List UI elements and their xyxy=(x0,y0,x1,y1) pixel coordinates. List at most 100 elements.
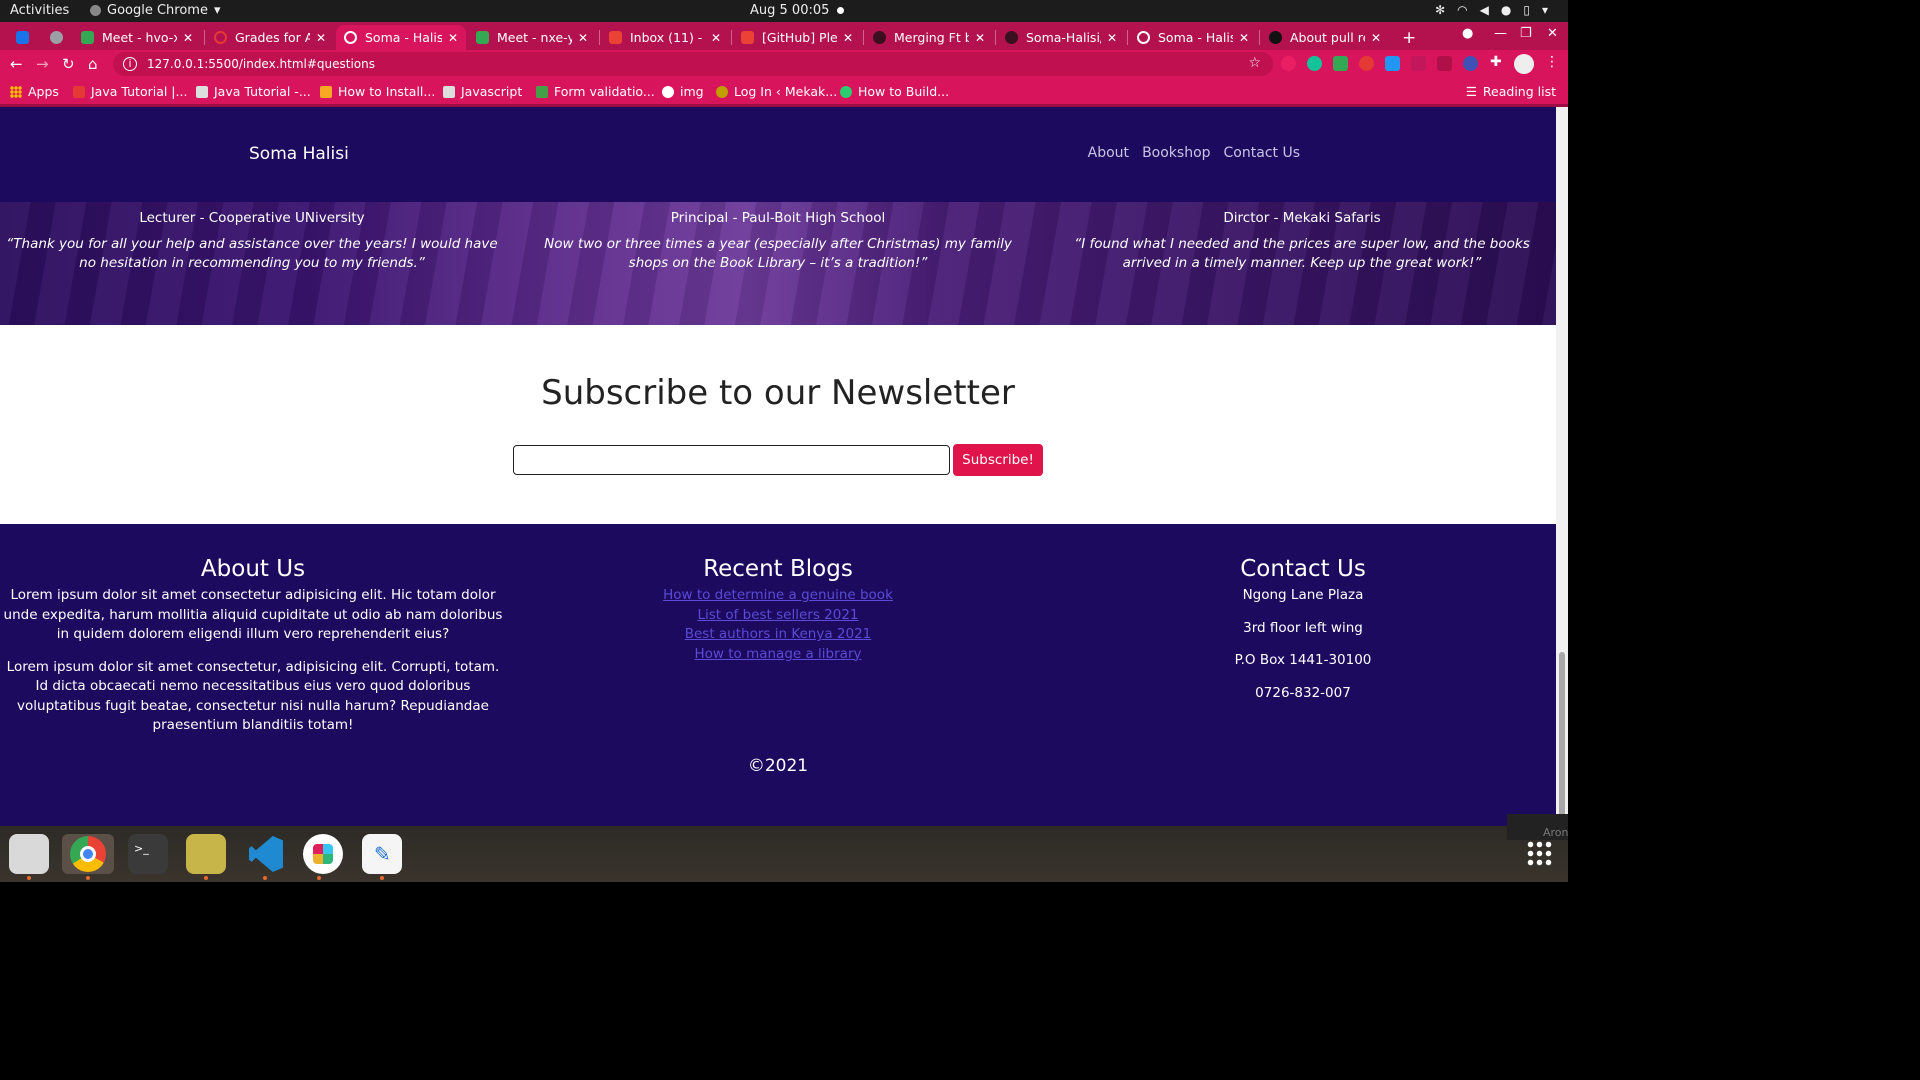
forward-icon[interactable]: → xyxy=(36,55,49,73)
extension-icon[interactable] xyxy=(1385,56,1400,71)
nav-link-about[interactable]: About xyxy=(1088,145,1129,161)
close-tab-icon[interactable]: ✕ xyxy=(316,31,326,45)
reload-icon[interactable]: ↻ xyxy=(62,55,75,73)
terminal-icon[interactable]: >_ xyxy=(128,834,168,874)
text-editor-icon[interactable]: ✎ xyxy=(362,834,402,880)
nav-link-contact[interactable]: Contact Us xyxy=(1224,145,1300,161)
close-tab-icon[interactable]: ✕ xyxy=(578,31,588,45)
bookmark-item[interactable]: How to Build... xyxy=(840,84,949,99)
bookmark-item[interactable]: How to Install... xyxy=(320,84,435,99)
bookmark-star-icon[interactable]: ☆ xyxy=(1248,55,1261,71)
close-tab-icon[interactable]: ✕ xyxy=(1107,31,1117,45)
blog-link[interactable]: How to manage a library xyxy=(578,645,978,665)
files-icon[interactable] xyxy=(9,834,49,880)
activities-button[interactable]: Activities xyxy=(10,3,69,18)
adblock-icon[interactable] xyxy=(1359,56,1374,71)
app-menu[interactable]: Google Chrome ▾ xyxy=(90,3,221,18)
blog-link[interactable]: Best authors in Kenya 2021 xyxy=(578,625,978,645)
address-bar[interactable]: i 127.0.0.1:5500/index.html#questions ☆ xyxy=(113,52,1273,76)
chrome-dock-item[interactable] xyxy=(62,834,114,880)
tab-pinned-1[interactable] xyxy=(8,25,38,50)
tab-favicon-icon xyxy=(16,31,29,44)
extension-icon[interactable] xyxy=(1411,56,1426,71)
heart-icon xyxy=(73,85,85,98)
bookmark-apps[interactable]: Apps xyxy=(10,84,59,99)
tab[interactable]: Soma - Halisi ✕ xyxy=(1129,25,1257,50)
system-tray[interactable]: ✻ ◠ ◀ ● ▯ ▾ xyxy=(1435,3,1548,17)
gmail-icon xyxy=(609,31,622,44)
close-tab-icon[interactable]: ✕ xyxy=(843,31,853,45)
tab[interactable]: [GitHub] Plea✕ xyxy=(733,25,861,50)
app-name: Google Chrome xyxy=(107,3,208,18)
newsletter-email-input[interactable] xyxy=(513,445,950,475)
image-viewer-icon[interactable] xyxy=(186,834,226,880)
tab[interactable]: Grades for All✕ xyxy=(206,25,334,50)
extension-icon[interactable] xyxy=(1281,56,1296,71)
nav-link-bookshop[interactable]: Bookshop xyxy=(1142,145,1210,161)
bookmark-item[interactable]: Java Tutorial |... xyxy=(73,84,187,99)
bookmark-item[interactable]: Java Tutorial -... xyxy=(196,84,311,99)
footer-contact-title: Contact Us xyxy=(1240,556,1366,582)
bookmark-item[interactable]: Javascript xyxy=(443,84,522,99)
footer-about-text: Lorem ipsum dolor sit amet consectetur, … xyxy=(6,658,500,734)
url-text[interactable]: 127.0.0.1:5500/index.html#questions xyxy=(147,57,375,71)
close-tab-icon[interactable]: ✕ xyxy=(975,31,985,45)
tab[interactable]: Meet - hvo-xfn✕ xyxy=(73,25,201,50)
tab[interactable]: Soma-Halisi/a✕ xyxy=(997,25,1125,50)
tab[interactable]: Meet - nxe-yns✕ xyxy=(468,25,596,50)
puzzle-icon[interactable]: ✚ xyxy=(1490,54,1505,70)
close-tab-icon[interactable]: ✕ xyxy=(1371,31,1381,45)
extension-icon[interactable] xyxy=(1463,56,1478,71)
battery-icon: ▯ xyxy=(1523,3,1530,17)
grammarly-icon[interactable] xyxy=(1307,56,1322,71)
extension-tray-icon: ✻ xyxy=(1435,3,1446,17)
new-tab-button[interactable]: + xyxy=(1394,25,1420,50)
bookmark-item[interactable]: img xyxy=(662,84,704,99)
close-tab-icon[interactable]: ✕ xyxy=(183,31,193,45)
show-apps-grid-icon[interactable] xyxy=(1526,840,1552,866)
close-tab-icon[interactable]: ✕ xyxy=(711,31,721,45)
tab-active[interactable]: Soma - Halisi ✕ xyxy=(336,25,466,50)
avatar[interactable] xyxy=(1514,54,1534,74)
close-tab-icon[interactable]: ✕ xyxy=(448,31,458,45)
tab[interactable]: About pull rec✕ xyxy=(1261,25,1389,50)
tab-search-icon[interactable]: ● xyxy=(1462,26,1473,41)
bookmark-item[interactable]: Log In ‹ Mekak... xyxy=(716,84,837,99)
tab-pinned-2[interactable] xyxy=(42,25,72,50)
reading-list-button[interactable]: ☰ Reading list xyxy=(1466,84,1556,99)
sheets-icon[interactable] xyxy=(1333,56,1348,71)
minimize-icon[interactable]: — xyxy=(1494,26,1507,41)
tab[interactable]: Merging Ft bo✕ xyxy=(865,25,993,50)
footer-about-title: About Us xyxy=(200,556,306,582)
vscode-icon[interactable] xyxy=(245,834,285,880)
tab[interactable]: Inbox (11) - all✕ xyxy=(601,25,729,50)
restore-icon[interactable]: ❐ xyxy=(1520,26,1532,41)
page-scrollbar[interactable] xyxy=(1556,107,1568,826)
close-window-icon[interactable]: ✕ xyxy=(1547,26,1558,41)
notification-dot-icon xyxy=(837,7,845,14)
subscribe-button[interactable]: Subscribe! xyxy=(953,444,1043,476)
home-icon[interactable]: ⌂ xyxy=(88,55,98,73)
globe-icon xyxy=(344,31,357,44)
clock[interactable]: Aug 5 00:05 xyxy=(750,3,845,18)
testimonial-quote: Now two or three times a year (especiall… xyxy=(544,236,1012,271)
chevron-down-icon: ▾ xyxy=(1541,3,1548,17)
meet-icon xyxy=(476,31,489,44)
bookmark-favicon-icon xyxy=(536,85,548,98)
globe-icon xyxy=(1137,31,1150,44)
extension-icon[interactable] xyxy=(1437,56,1452,71)
site-brand[interactable]: Soma Halisi xyxy=(249,144,349,164)
scrollbar-thumb[interactable] xyxy=(1559,652,1565,816)
blog-link[interactable]: How to determine a genuine book xyxy=(578,586,978,606)
back-icon[interactable]: ← xyxy=(10,55,23,73)
site-info-icon[interactable]: i xyxy=(123,57,137,71)
bookmark-item[interactable]: Form validatio... xyxy=(536,84,655,99)
chevron-down-icon: ▾ xyxy=(213,3,221,18)
slack-icon[interactable] xyxy=(303,834,343,880)
menu-kebab-icon[interactable]: ⋮ xyxy=(1545,54,1560,70)
blog-link[interactable]: List of best sellers 2021 xyxy=(578,606,978,626)
close-tab-icon[interactable]: ✕ xyxy=(1239,31,1249,45)
newsletter-section: Subscribe to our Newsletter Subscribe! xyxy=(0,325,1556,524)
footer-contact: Contact Us Ngong Lane Plaza 3rd floor le… xyxy=(1103,556,1503,716)
testimonial-quote: “Thank you for all your help and assista… xyxy=(6,236,498,271)
